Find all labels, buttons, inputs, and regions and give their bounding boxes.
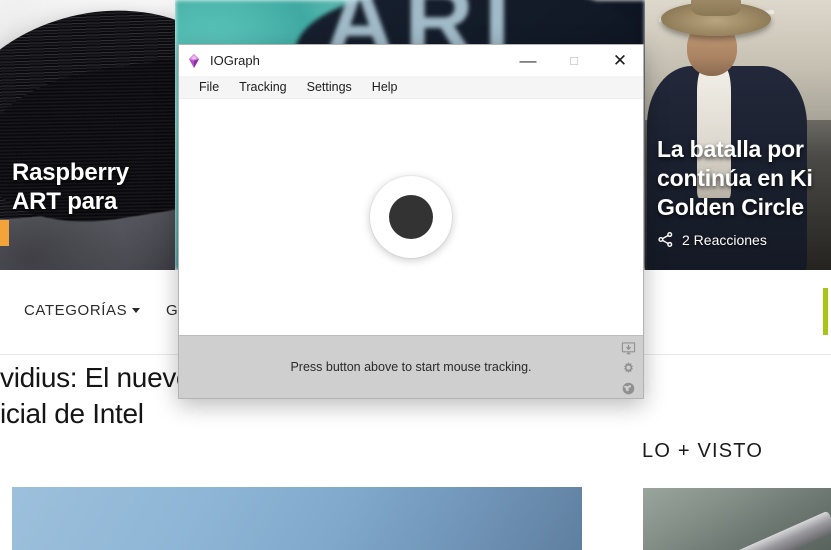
menu-item-help[interactable]: Help bbox=[362, 76, 408, 98]
nav-item-g-label: G bbox=[166, 302, 179, 319]
reactions-row[interactable]: 2 Reacciones bbox=[657, 231, 767, 248]
iograph-window[interactable]: IOGraph — □ ✕ File Tracking Settings Hel… bbox=[178, 44, 644, 399]
hero-card-title-line-2: continúa en Ki bbox=[657, 165, 813, 191]
cables-photo bbox=[0, 0, 175, 270]
screen: Raspberry ART para ARI La batalla por co… bbox=[0, 0, 831, 550]
status-icon-group bbox=[619, 339, 638, 398]
photo-hat-shape bbox=[661, 0, 771, 36]
hero-card-title-line-1: La batalla por bbox=[657, 136, 804, 162]
article-photo bbox=[12, 487, 582, 550]
status-message: Press button above to start mouse tracki… bbox=[290, 360, 532, 374]
sidebar-heading: LO + VISTO bbox=[642, 440, 764, 462]
article-title-line-2: icial de Intel bbox=[0, 398, 144, 429]
hero-card-title: La batalla por continúa en Ki Golden Cir… bbox=[657, 135, 823, 222]
minimize-button[interactable]: — bbox=[505, 45, 551, 76]
hero-card-title-line-2: ART para bbox=[12, 188, 118, 215]
hero-card-title-line-1: Raspberry bbox=[12, 159, 129, 186]
nav-item-categorias-label: CATEGORÍAS bbox=[24, 302, 128, 319]
window-menubar: File Tracking Settings Help bbox=[179, 76, 643, 99]
nav-item-g[interactable]: G bbox=[166, 302, 178, 319]
menu-item-file[interactable]: File bbox=[189, 76, 229, 98]
highlight-bar bbox=[0, 220, 9, 246]
maximize-button[interactable]: □ bbox=[551, 45, 597, 76]
hero-card-kingsman[interactable]: La batalla por continúa en Ki Golden Cir… bbox=[645, 0, 831, 270]
hero-card-raspberry[interactable]: Raspberry ART para bbox=[0, 0, 175, 270]
menu-item-settings[interactable]: Settings bbox=[297, 76, 362, 98]
window-statusbar: Press button above to start mouse tracki… bbox=[179, 335, 643, 398]
window-title: IOGraph bbox=[210, 53, 260, 68]
share-icon bbox=[657, 231, 674, 248]
nav-accent-bar bbox=[823, 288, 828, 335]
chevron-down-icon bbox=[132, 308, 141, 313]
start-tracking-button[interactable] bbox=[370, 176, 452, 258]
hero-card-title-line-3: Golden Circle bbox=[657, 194, 804, 220]
menu-item-tracking[interactable]: Tracking bbox=[229, 76, 296, 98]
save-screen-icon[interactable] bbox=[619, 339, 638, 358]
tracking-canvas[interactable] bbox=[179, 99, 643, 335]
hero-card-title: Raspberry ART para bbox=[12, 158, 167, 216]
sidebar-thumbnail[interactable] bbox=[643, 488, 831, 550]
nav-item-categorias[interactable]: CATEGORÍAS bbox=[24, 302, 141, 319]
sidebar-thumbnail-object bbox=[727, 510, 831, 550]
window-titlebar[interactable]: IOGraph — □ ✕ bbox=[179, 45, 643, 76]
window-controls: — □ ✕ bbox=[505, 45, 643, 76]
record-dot-icon bbox=[389, 195, 433, 239]
close-button[interactable]: ✕ bbox=[597, 45, 643, 76]
gear-icon[interactable] bbox=[619, 359, 638, 378]
iograph-gem-icon bbox=[186, 53, 202, 69]
reactions-count: 2 Reacciones bbox=[682, 231, 767, 248]
globe-icon[interactable] bbox=[619, 379, 638, 398]
